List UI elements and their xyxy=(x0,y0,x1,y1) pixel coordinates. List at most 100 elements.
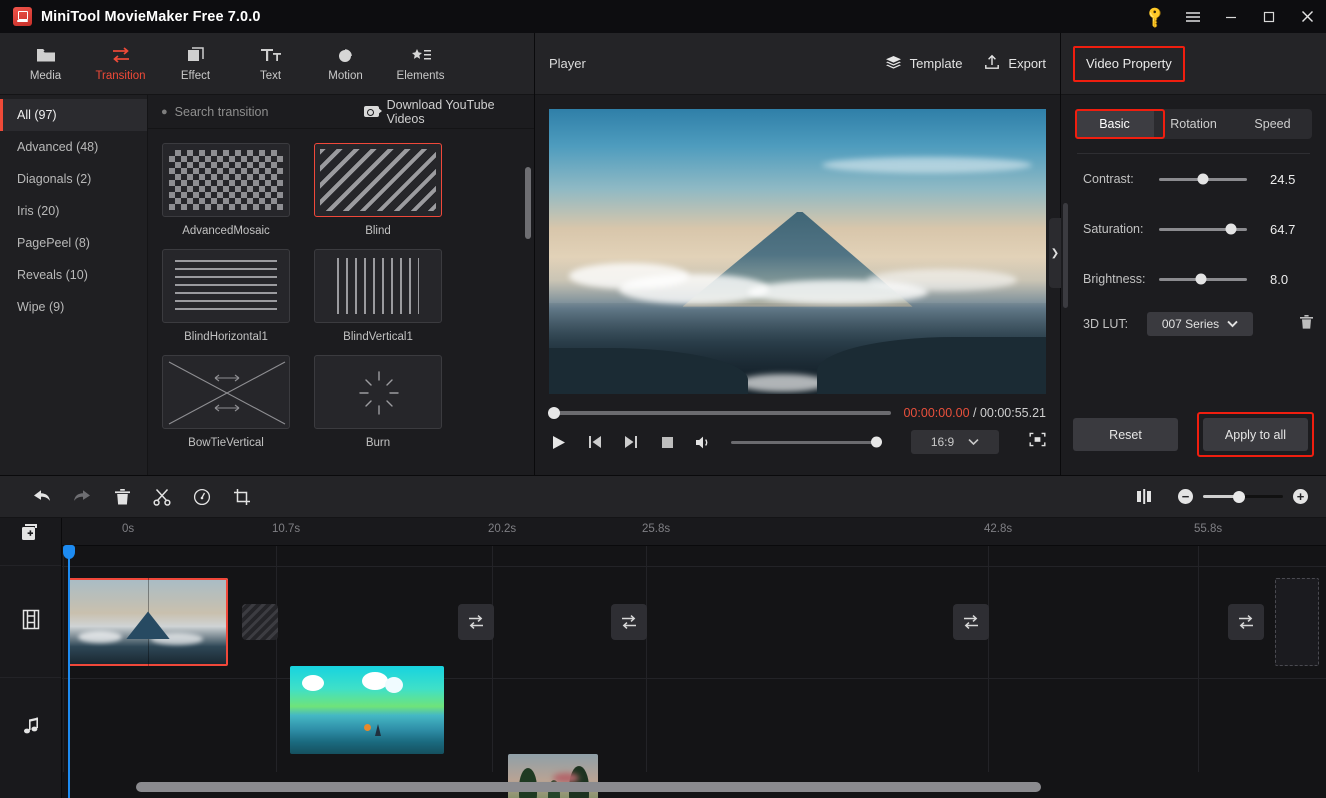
download-youtube-button[interactable]: Download YouTube Videos xyxy=(363,97,534,126)
lut-label: 3D LUT: xyxy=(1083,317,1129,331)
transition-chip-4[interactable] xyxy=(953,604,989,640)
timeline-ruler[interactable]: 0s 10.7s 20.2s 25.8s 42.8s 55.8s xyxy=(62,518,1326,546)
volume-handle[interactable] xyxy=(871,436,882,448)
transition-item-burn[interactable]: Burn xyxy=(314,355,442,449)
transition-thumbnail xyxy=(162,355,290,429)
close-icon[interactable] xyxy=(1288,0,1326,33)
mode-tab-text[interactable]: Text xyxy=(233,45,308,82)
zoom-in-label: + xyxy=(1296,489,1305,504)
timeline-horizontal-scrollbar[interactable] xyxy=(136,782,1041,792)
total-time: 00:00:55.21 xyxy=(979,406,1046,420)
transition-item-advancedmosaic[interactable]: AdvancedMosaic xyxy=(162,143,290,237)
next-frame-button[interactable] xyxy=(621,432,641,452)
category-label: Diagonals (2) xyxy=(17,172,92,186)
timeline-clip-fuji[interactable] xyxy=(68,578,228,666)
seek-handle[interactable] xyxy=(548,407,560,419)
fullscreen-button[interactable] xyxy=(1029,432,1046,452)
scissors-icon[interactable] xyxy=(142,482,182,512)
saturation-handle[interactable] xyxy=(1225,223,1237,235)
aspect-ratio-select[interactable]: 16:9 xyxy=(911,430,999,454)
category-diagonals[interactable]: Diagonals (2) xyxy=(0,163,147,195)
search-input[interactable]: ● Search transition xyxy=(161,105,364,119)
category-iris[interactable]: Iris (20) xyxy=(0,195,147,227)
maximize-icon[interactable] xyxy=(1250,0,1288,33)
stop-button[interactable] xyxy=(657,432,677,452)
timeline-playhead[interactable] xyxy=(63,545,75,798)
export-button[interactable]: Export xyxy=(984,54,1046,73)
trash-icon[interactable] xyxy=(102,482,142,512)
saturation-slider[interactable] xyxy=(1159,223,1247,235)
player-seek-bar[interactable] xyxy=(548,407,892,419)
zoom-out-label: − xyxy=(1181,489,1190,504)
brightness-slider[interactable] xyxy=(1159,273,1247,285)
elements-star-icon xyxy=(410,45,432,65)
transition-item-blind[interactable]: Blind xyxy=(314,143,442,237)
redo-arrow-icon[interactable] xyxy=(62,482,102,512)
lut-select[interactable]: 007 Series xyxy=(1147,312,1253,336)
zoom-out-button[interactable]: − xyxy=(1178,489,1193,504)
library-list-area: All (97) Advanced (48) Diagonals (2) Iri… xyxy=(0,95,534,475)
timeline-clip-sea[interactable] xyxy=(290,666,444,754)
transition-chip-2[interactable] xyxy=(458,604,494,640)
reset-button[interactable]: Reset xyxy=(1073,418,1178,451)
transition-chip-1[interactable] xyxy=(242,604,278,640)
property-panel-scrollbar[interactable] xyxy=(1063,203,1068,308)
category-all[interactable]: All (97) xyxy=(0,99,147,131)
mode-tab-motion[interactable]: Motion xyxy=(308,45,383,82)
transition-chip-5[interactable] xyxy=(1228,604,1264,640)
contrast-handle[interactable] xyxy=(1197,173,1209,185)
category-advanced[interactable]: Advanced (48) xyxy=(0,131,147,163)
previous-frame-button[interactable] xyxy=(585,432,605,452)
search-placeholder: Search transition xyxy=(174,104,269,119)
zoom-in-button[interactable]: + xyxy=(1293,489,1308,504)
add-media-button[interactable] xyxy=(0,518,61,546)
transition-grid-scrollbar[interactable] xyxy=(525,167,531,239)
transition-item-bowtievertical[interactable]: BowTieVertical xyxy=(162,355,290,449)
apply-to-all-button[interactable]: Apply to all xyxy=(1203,418,1308,451)
download-youtube-label: Download YouTube Videos xyxy=(386,97,495,126)
audio-track-label[interactable] xyxy=(0,678,61,798)
timeline-end-slot[interactable] xyxy=(1275,578,1319,666)
tab-basic[interactable]: Basic xyxy=(1075,109,1154,139)
mode-tab-effect[interactable]: Effect xyxy=(158,45,233,82)
tab-speed[interactable]: Speed xyxy=(1233,109,1312,139)
zoom-handle[interactable] xyxy=(1233,490,1245,503)
play-button[interactable] xyxy=(549,432,569,452)
transition-item-blindhorizontal1[interactable]: BlindHorizontal1 xyxy=(162,249,290,343)
ruler-tick: 20.2s xyxy=(488,523,517,535)
mode-tab-elements[interactable]: Elements xyxy=(383,45,458,82)
transition-grid: AdvancedMosaic Blind BlindHorizontal1 Bl… xyxy=(148,129,534,475)
category-pagepeel[interactable]: PagePeel (8) xyxy=(0,227,147,259)
split-view-icon[interactable] xyxy=(1134,489,1154,505)
timeline-zoom-slider[interactable] xyxy=(1203,490,1283,503)
category-reveals[interactable]: Reveals (10) xyxy=(0,259,147,291)
template-button[interactable]: Template xyxy=(885,55,962,73)
trash-icon[interactable] xyxy=(1299,314,1314,335)
tab-rotation[interactable]: Rotation xyxy=(1154,109,1233,139)
brightness-handle[interactable] xyxy=(1195,273,1207,285)
transition-thumbnail xyxy=(314,355,442,429)
category-wipe[interactable]: Wipe (9) xyxy=(0,291,147,323)
transition-chip-3[interactable] xyxy=(611,604,647,640)
panel-collapse-handle[interactable]: ❯ xyxy=(1049,218,1061,288)
speedometer-icon[interactable] xyxy=(182,482,222,512)
transition-thumbnail xyxy=(314,143,442,217)
minimize-icon[interactable] xyxy=(1212,0,1250,33)
contrast-slider[interactable] xyxy=(1159,173,1247,185)
video-track-label[interactable] xyxy=(0,566,61,678)
volume-slider[interactable] xyxy=(731,436,882,448)
video-preview[interactable] xyxy=(549,109,1046,394)
mode-tab-transition[interactable]: Transition xyxy=(83,45,158,82)
undo-arrow-icon[interactable] xyxy=(22,482,62,512)
transition-label: AdvancedMosaic xyxy=(182,225,270,237)
menu-icon[interactable] xyxy=(1174,0,1212,33)
transition-item-blindvertical1[interactable]: BlindVertical1 xyxy=(314,249,442,343)
key-icon[interactable]: 🔑 xyxy=(1136,0,1174,33)
track-labels xyxy=(0,518,62,798)
playhead-handle[interactable] xyxy=(63,545,75,559)
crop-icon[interactable] xyxy=(222,482,262,512)
track-label-spacer xyxy=(0,546,61,566)
mode-tab-media[interactable]: Media xyxy=(8,45,83,82)
ruler-tick: 55.8s xyxy=(1194,523,1223,535)
volume-icon[interactable] xyxy=(693,432,713,452)
